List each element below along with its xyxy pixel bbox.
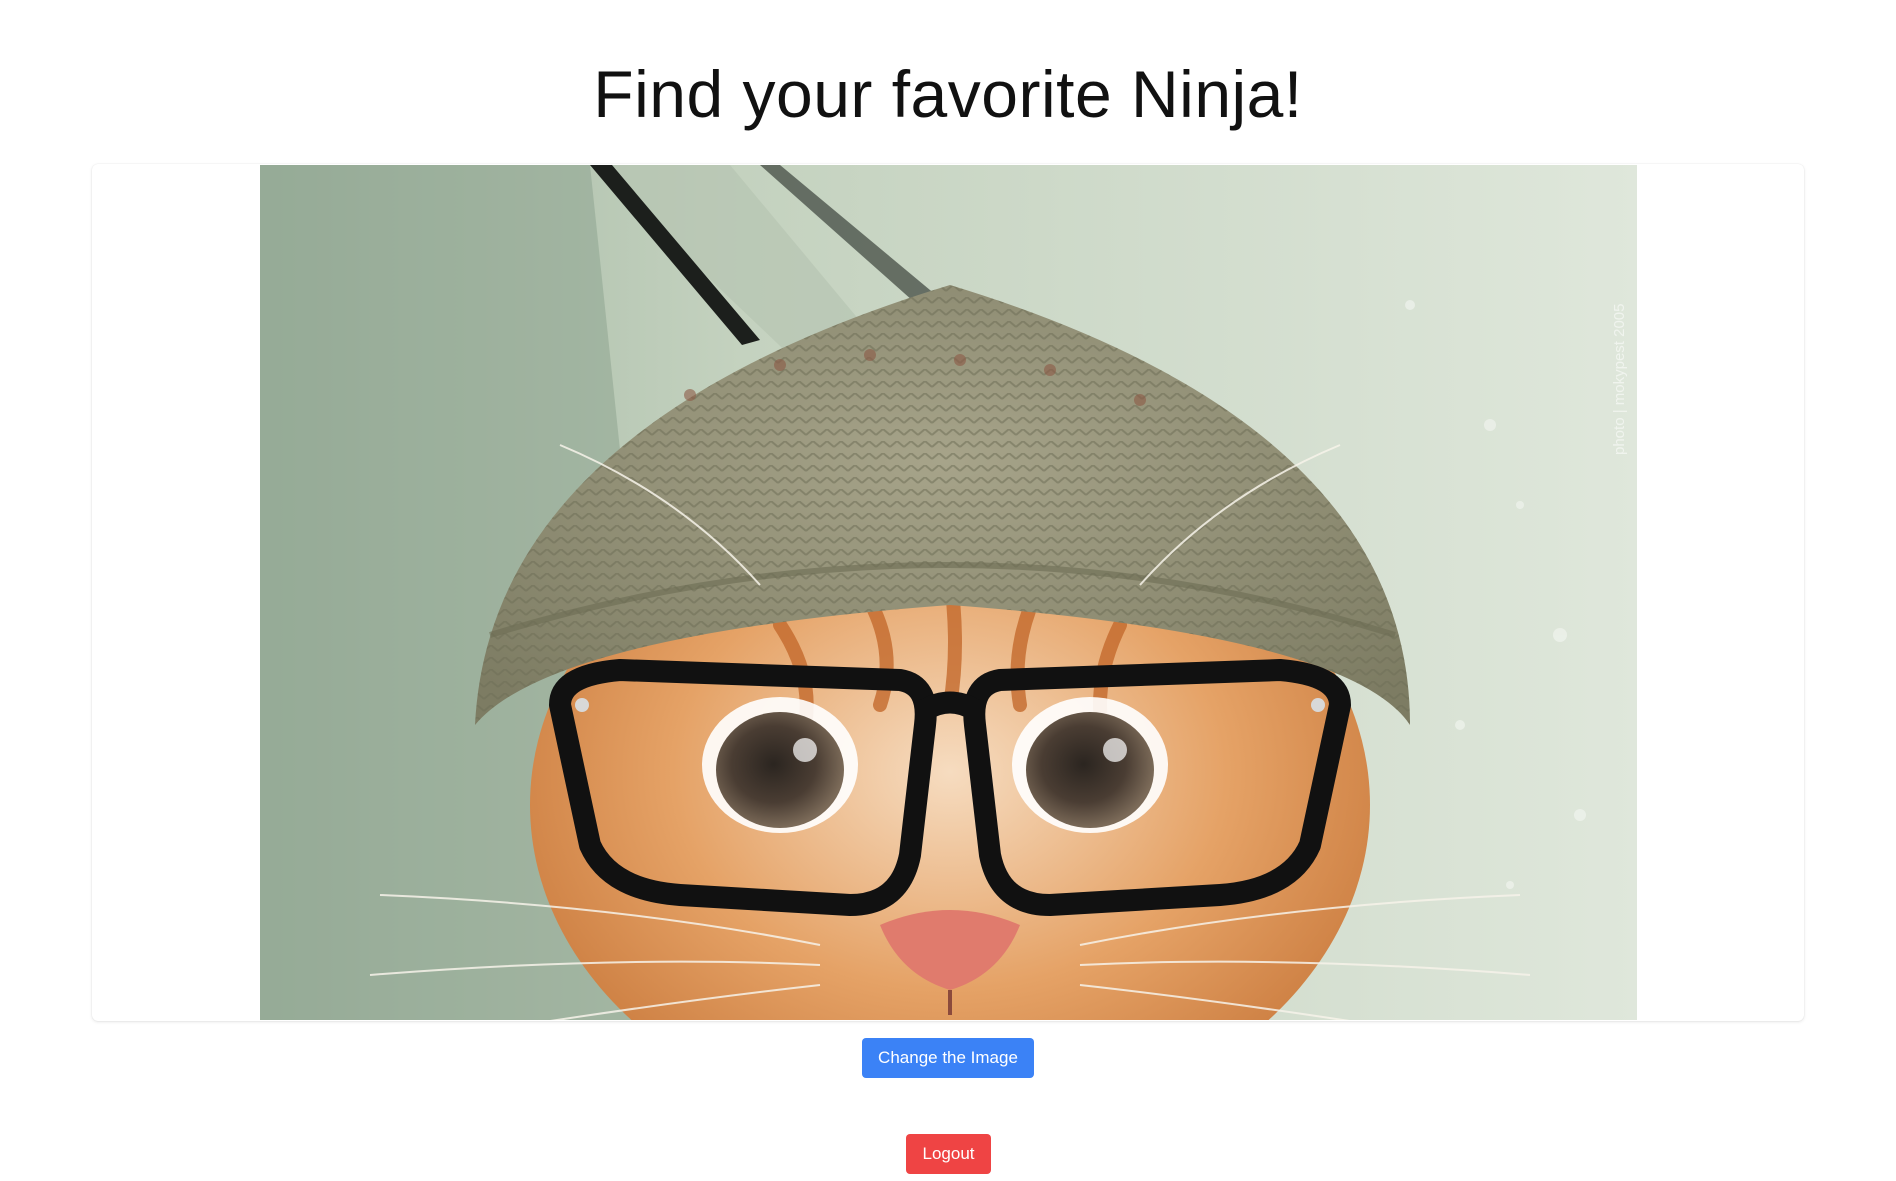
change-image-button[interactable]: Change the Image bbox=[862, 1038, 1034, 1078]
ninja-image: photo | mokypest 2005 bbox=[260, 165, 1637, 1020]
page-title: Find your favorite Ninja! bbox=[593, 57, 1303, 131]
logout-button[interactable]: Logout bbox=[906, 1134, 991, 1174]
image-card: photo | mokypest 2005 bbox=[92, 164, 1804, 1021]
page: Find your favorite Ninja! photo | mokype… bbox=[0, 0, 1896, 1181]
image-watermark: photo | mokypest 2005 bbox=[1611, 304, 1628, 456]
